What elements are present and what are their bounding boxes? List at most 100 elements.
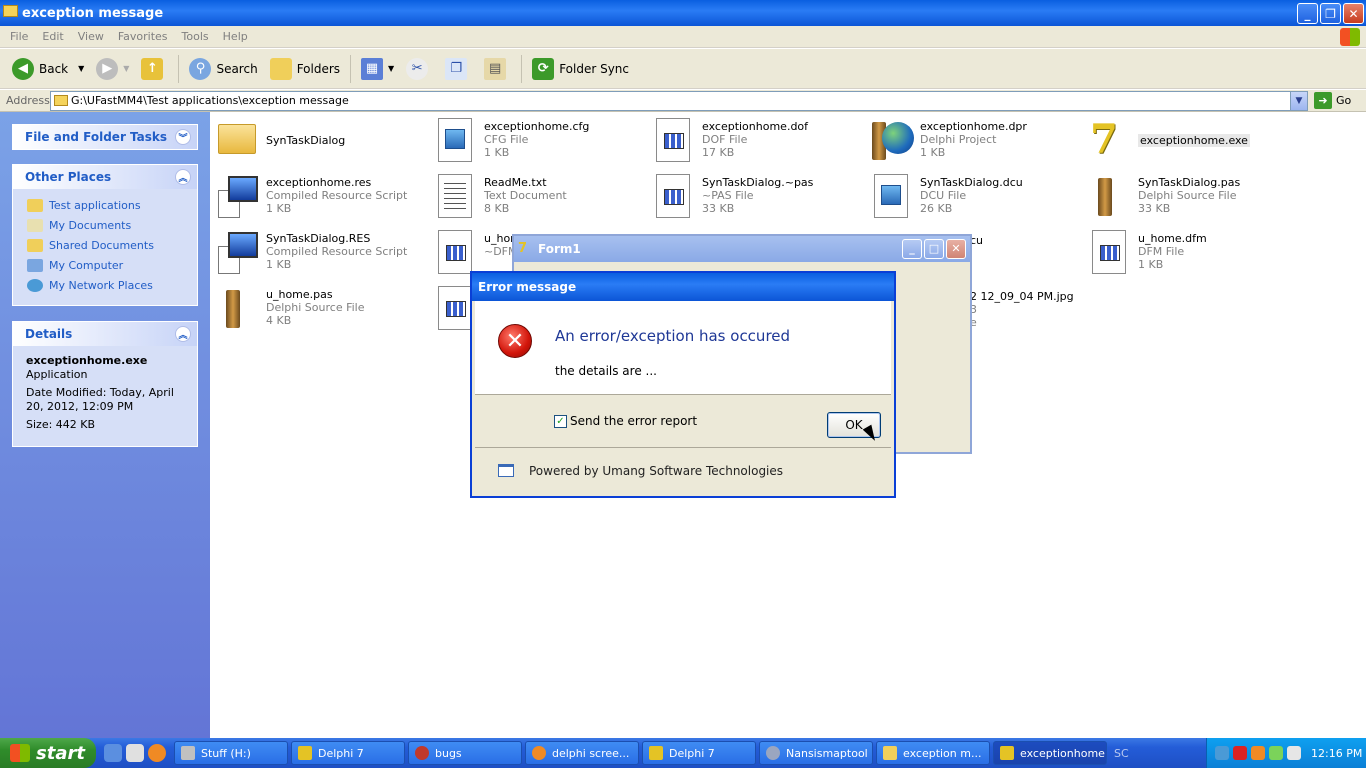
views-dropdown-icon: ▼ (388, 64, 395, 73)
security-tray-icon[interactable] (1269, 746, 1283, 760)
partial-file-item: 2 12_09_04 PM.jpg 3 e (970, 290, 1074, 329)
delphi-source-icon (226, 290, 240, 328)
views-button[interactable]: ▦ ▼ (355, 53, 400, 85)
folder-icon (883, 746, 897, 760)
back-dropdown-icon[interactable]: ▼ (78, 64, 84, 73)
up-folder-button[interactable]: ↑ (135, 53, 174, 85)
forward-button[interactable]: ▶ ▼ (90, 53, 135, 85)
taskbar-item-delphi-screenshot[interactable]: delphi scree... (525, 741, 639, 765)
taskbar-item-stuff[interactable]: Stuff (H:) (174, 741, 288, 765)
back-button[interactable]: ◀ Back ▼ (6, 53, 90, 85)
taskbar-item-exceptionhome[interactable]: exceptionhome (993, 741, 1107, 765)
file-item[interactable]: SynTaskDialog.~pas ~PAS File 33 KB (650, 172, 860, 224)
minimize-button[interactable]: _ (1297, 3, 1318, 24)
address-dropdown-icon[interactable]: ▼ (1290, 92, 1307, 110)
media-icon[interactable] (126, 744, 144, 762)
partial-line-2: e (970, 316, 977, 329)
dialog-footer-divider (475, 447, 891, 448)
dfm-backup-file-icon (438, 230, 472, 274)
file-item[interactable]: exceptionhome.cfg CFG File 1 KB (432, 116, 642, 168)
start-button[interactable]: start (0, 738, 96, 768)
toolbar-separator (521, 54, 523, 83)
details-panel: Details ︽ exceptionhome.exe Application … (12, 321, 198, 447)
menu-edit[interactable]: Edit (42, 30, 63, 43)
form1-close-button[interactable]: ✕ (946, 239, 966, 259)
taskbar-item-nansismaptool[interactable]: Nansismaptool (759, 741, 873, 765)
taskbar-item-bugs[interactable]: bugs (408, 741, 522, 765)
maximize-button[interactable]: ❐ (1320, 3, 1341, 24)
folders-button[interactable]: Folders (264, 53, 346, 85)
send-report-checkbox[interactable]: ✓ Send the error report (554, 414, 697, 428)
form1-title-bar[interactable]: 7 Form1 _ □ ✕ (514, 236, 970, 262)
forward-arrow-icon: ▶ (96, 57, 119, 80)
up-folder-icon: ↑ (141, 57, 164, 80)
file-item[interactable]: SynTaskDialog (214, 116, 424, 168)
menu-tools[interactable]: Tools (182, 30, 209, 43)
address-path: G:\UFastMM4\Test applications\exception … (71, 94, 349, 107)
details-modified: Date Modified: Today, April 20, 2012, 12… (26, 386, 174, 413)
app-tray-icon[interactable] (1251, 746, 1265, 760)
place-my-network-places[interactable]: My Network Places (13, 275, 197, 295)
search-button[interactable]: ⚲ Search (183, 53, 263, 85)
go-button[interactable]: ➜ Go (1314, 92, 1351, 109)
place-my-documents[interactable]: My Documents (13, 215, 197, 235)
volume-tray-icon[interactable] (1287, 746, 1301, 760)
place-shared-documents[interactable]: Shared Documents (13, 235, 197, 255)
file-folder-tasks-header[interactable]: File and Folder Tasks ︾ (13, 125, 197, 149)
collapse-chevron-icon[interactable]: ︽ (175, 326, 191, 342)
firefox-icon (532, 746, 546, 760)
taskbar-item-exception-message[interactable]: exception m... (876, 741, 990, 765)
other-places-header[interactable]: Other Places ︽ (13, 165, 197, 189)
file-item[interactable]: SynTaskDialog.dcu DCU File 26 KB (868, 172, 1078, 224)
file-item[interactable]: u_home.dfm DFM File 1 KB (1086, 228, 1296, 280)
file-item[interactable]: SynTaskDialog.RES Compiled Resource Scrip… (214, 228, 424, 280)
copy-icon: ❐ (445, 57, 468, 80)
folder-sync-button[interactable]: ⟳ Folder Sync (526, 53, 635, 85)
form1-maximize-button[interactable]: □ (924, 239, 944, 259)
firefox-icon[interactable] (148, 744, 166, 762)
paste-button[interactable]: ▤ (478, 53, 517, 85)
details-header[interactable]: Details ︽ (13, 322, 197, 346)
menu-file[interactable]: File (10, 30, 28, 43)
taskbar-item-delphi7[interactable]: Delphi 7 (291, 741, 405, 765)
antivirus-tray-icon[interactable] (1233, 746, 1247, 760)
place-my-computer[interactable]: My Computer (13, 255, 197, 275)
expand-chevron-icon[interactable]: ︾ (175, 129, 191, 145)
taskbar-item-delphi7-2[interactable]: Delphi 7 (642, 741, 756, 765)
delphi7-icon (649, 746, 663, 760)
file-item[interactable]: exceptionhome.dpr Delphi Project 1 KB (868, 116, 1078, 168)
file-item-selected[interactable]: 7 exceptionhome.exe (1086, 116, 1296, 168)
copy-button[interactable]: ❐ (439, 53, 478, 85)
window-title-bar[interactable]: exception message _ ❐ ✕ (0, 0, 1366, 26)
cut-button[interactable]: ✂ (400, 53, 439, 85)
error-dialog-title-bar[interactable]: Error message (472, 273, 894, 301)
shared-folder-icon (27, 238, 43, 252)
network-tray-icon[interactable] (1215, 746, 1229, 760)
file-item[interactable]: ReadMe.txt Text Document 8 KB (432, 172, 642, 224)
powered-by-text: Powered by Umang Software Technologies (529, 464, 784, 478)
file-item[interactable]: exceptionhome.res Compiled Resource Scrip… (214, 172, 424, 224)
collapse-chevron-icon[interactable]: ︽ (175, 169, 191, 185)
delphi7-app-icon: 7 (1090, 116, 1118, 163)
folder-icon (218, 124, 256, 154)
file-item[interactable]: exceptionhome.dof DOF File 17 KB (650, 116, 860, 168)
ie-icon[interactable] (104, 744, 122, 762)
my-documents-icon (27, 218, 43, 232)
clock[interactable]: 12:16 PM (1311, 747, 1362, 760)
checkbox-checked-icon: ✓ (554, 414, 567, 428)
file-item[interactable]: u_home.pas Delphi Source File 4 KB (214, 284, 424, 336)
error-headline: An error/exception has occured (555, 327, 791, 345)
sync-icon: ⟳ (532, 57, 555, 80)
other-places-panel: Other Places ︽ Test applications My Docu… (12, 164, 198, 306)
menu-favorites[interactable]: Favorites (118, 30, 168, 43)
menu-help[interactable]: Help (223, 30, 248, 43)
place-test-applications[interactable]: Test applications (13, 195, 197, 215)
file-item[interactable]: SynTaskDialog.pas Delphi Source File 33 KB (1086, 172, 1296, 224)
window-icon (498, 464, 514, 477)
address-input[interactable]: G:\UFastMM4\Test applications\exception … (50, 91, 1308, 111)
dcu-file-icon (874, 174, 908, 218)
close-button[interactable]: ✕ (1343, 3, 1364, 24)
forward-dropdown-icon: ▼ (123, 64, 130, 73)
menu-view[interactable]: View (78, 30, 104, 43)
form1-minimize-button[interactable]: _ (902, 239, 922, 259)
